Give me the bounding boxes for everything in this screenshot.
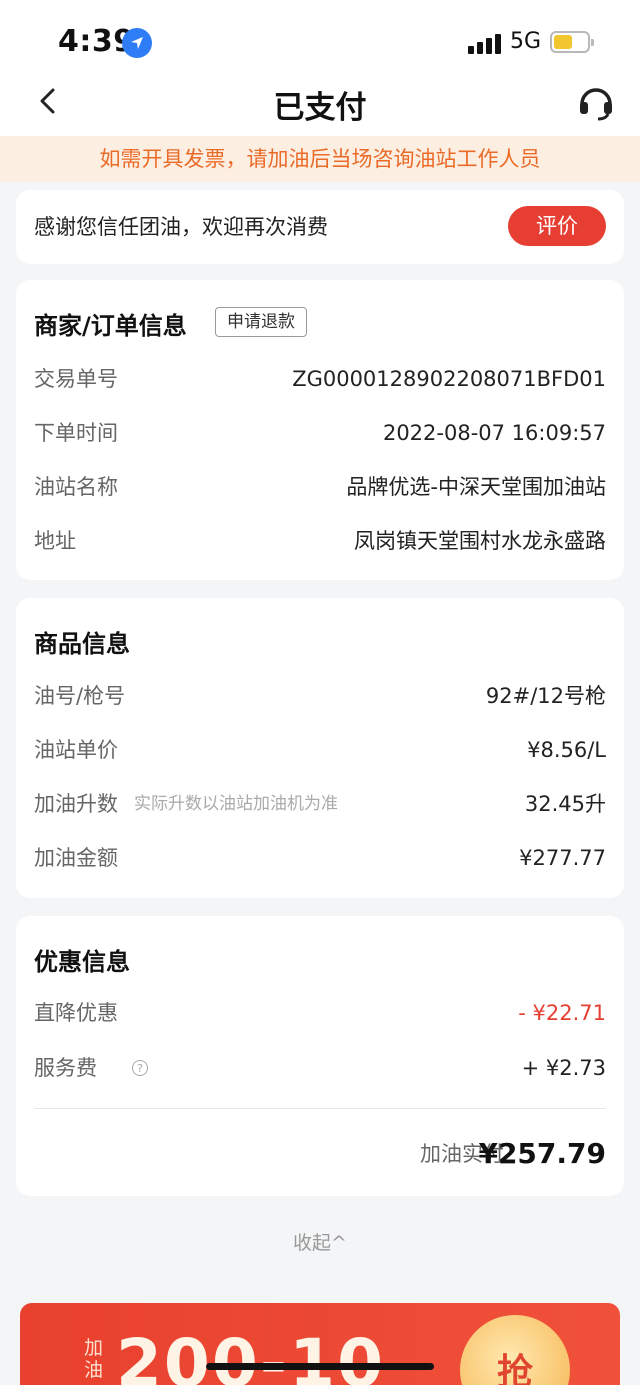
row-value: 2022-08-07 16:09:57 xyxy=(382,421,606,445)
customer-service-headset-icon[interactable] xyxy=(576,82,616,122)
thanks-message: 感谢您信任团油，欢迎再次消费 xyxy=(34,215,328,239)
discount-row-direct-discount: 直降优惠 - ¥22.71 xyxy=(34,998,606,1028)
home-indicator xyxy=(206,1363,434,1370)
goods-info-card: 商品信息 油号/枪号 92#/12号枪 油站单价 ¥8.56/L 加油升数 实际… xyxy=(16,598,624,898)
order-row-address: 地址 凤岗镇天堂围村水龙永盛路 xyxy=(34,526,606,556)
banner-small-text: 加油 xyxy=(84,1337,104,1381)
order-info-card: 商家/订单信息 申请退款 交易单号 ZG0000128902208071BFD0… xyxy=(16,280,624,580)
grab-coupon-icon[interactable]: 抢 xyxy=(460,1315,570,1385)
cellular-signal-icon xyxy=(468,32,502,54)
order-row-transaction-id: 交易单号 ZG0000128902208071BFD01 xyxy=(34,364,606,394)
page-title: 已支付 xyxy=(273,90,367,126)
total-paid-value: ¥257.79 xyxy=(478,1137,606,1170)
row-note: 实际升数以油站加油机为准 xyxy=(134,794,338,814)
divider xyxy=(34,1108,606,1109)
nav-bar: 已支付 xyxy=(0,88,640,136)
goods-row-liters: 加油升数 实际升数以油站加油机为准 32.45升 xyxy=(34,789,606,819)
row-value: 凤岗镇天堂围村水龙永盛路 xyxy=(354,529,606,553)
thanks-card: 感谢您信任团油，欢迎再次消费 评价 xyxy=(16,190,624,264)
row-value: 32.45升 xyxy=(524,792,606,816)
network-type: 5G xyxy=(510,29,542,54)
order-row-station-name: 油站名称 品牌优选-中深天堂围加油站 xyxy=(34,472,606,502)
battery-icon xyxy=(550,31,594,53)
refund-button[interactable]: 申请退款 xyxy=(215,307,307,337)
row-value: ¥277.77 xyxy=(519,846,606,870)
row-label: 下单时间 xyxy=(34,421,118,445)
row-value: 品牌优选-中深天堂围加油站 xyxy=(346,475,606,499)
row-label: 交易单号 xyxy=(34,367,118,391)
goods-row-fuel-nozzle: 油号/枪号 92#/12号枪 xyxy=(34,681,606,711)
order-row-order-time: 下单时间 2022-08-07 16:09:57 xyxy=(34,418,606,448)
row-value: + ¥2.73 xyxy=(521,1056,606,1080)
row-label: 加油升数 xyxy=(34,792,118,816)
discount-row-service-fee: 服务费 ? + ¥2.73 xyxy=(34,1053,606,1083)
goods-info-title: 商品信息 xyxy=(34,630,130,658)
row-value: 92#/12号枪 xyxy=(485,684,606,708)
row-value: - ¥22.71 xyxy=(518,1001,606,1025)
discount-info-title: 优惠信息 xyxy=(34,948,130,976)
collapse-toggle[interactable]: 收起^ xyxy=(0,1228,640,1255)
invoice-notice: 如需开具发票，请加油后当场咨询油站工作人员 xyxy=(0,136,640,182)
location-arrow-icon xyxy=(122,28,152,58)
row-label: 油站单价 xyxy=(34,738,118,762)
row-label: 直降优惠 xyxy=(34,1001,118,1025)
row-label: 地址 xyxy=(34,529,76,553)
banner-big-text: 200-10 xyxy=(116,1325,386,1385)
status-bar: 4:39 5G xyxy=(0,0,640,88)
goods-row-amount: 加油金额 ¥277.77 xyxy=(34,843,606,873)
discount-info-card: 优惠信息 直降优惠 - ¥22.71 服务费 ? + ¥2.73 加油实付 ¥2… xyxy=(16,916,624,1196)
rate-button[interactable]: 评价 xyxy=(508,206,606,246)
row-label: 油站名称 xyxy=(34,475,118,499)
row-label: 加油金额 xyxy=(34,846,118,870)
row-value: ZG0000128902208071BFD01 xyxy=(292,367,606,391)
order-info-title: 商家/订单信息 xyxy=(34,312,187,340)
help-question-icon[interactable]: ? xyxy=(132,1060,148,1076)
promo-banner[interactable]: 加油 200-10 抢 xyxy=(20,1303,620,1385)
row-label: 油号/枪号 xyxy=(34,684,126,708)
row-label: 服务费 xyxy=(34,1056,97,1080)
row-value: ¥8.56/L xyxy=(527,738,606,762)
goods-row-unit-price: 油站单价 ¥8.56/L xyxy=(34,735,606,765)
banner-coin-text: 抢 xyxy=(496,1352,533,1385)
